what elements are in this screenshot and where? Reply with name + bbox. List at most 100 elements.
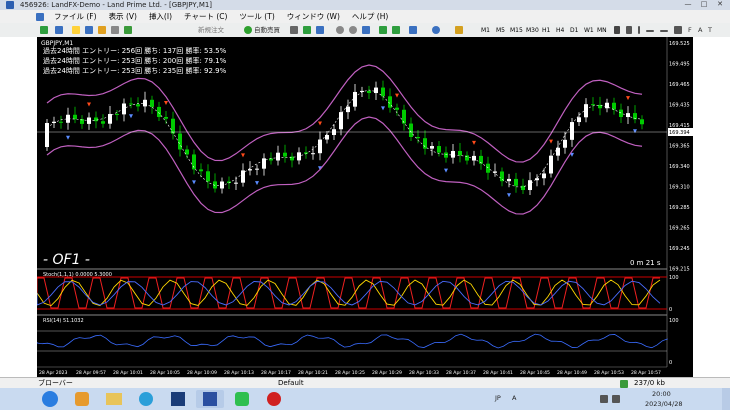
candle-body [563,139,567,148]
zoom-in-icon[interactable] [336,26,344,34]
taskbar-edge[interactable] [132,390,160,408]
menu-view[interactable]: 表示 (V) [103,10,143,23]
close-button[interactable]: ✕ [714,0,726,8]
line-chart-icon[interactable] [316,26,324,34]
stoch-label: Stoch(1,1,1) 0.0000 5.3000 [43,272,112,278]
buy-signal-arrow [255,181,259,186]
market-watch-icon[interactable] [72,26,80,34]
app-icon [6,1,14,9]
minimize-button[interactable]: — [682,0,694,8]
sell-signal-arrow [318,121,322,126]
channel-icon[interactable] [674,26,682,34]
candle-body [416,136,420,139]
candle-chart-icon[interactable] [303,26,311,34]
candle-body [150,99,154,107]
candle-body [353,91,357,107]
timeframe-h1[interactable]: H1 [539,25,553,36]
connection-icon [620,380,628,388]
record-icon [267,392,281,406]
autoscroll-icon[interactable] [379,26,387,34]
candle-body [339,112,343,130]
chart-shift-icon[interactable] [392,26,400,34]
timeframe-h4[interactable]: H4 [553,25,567,36]
taskbar-line[interactable] [228,390,256,408]
new-chart-icon[interactable] [40,26,48,34]
current-price-label: 169.394 [669,130,690,136]
auto-trading-button[interactable]: 自動売買 [254,25,280,35]
candle-body [591,104,595,106]
start-button[interactable] [36,390,64,408]
menu-insert[interactable]: 挿入(I) [143,10,178,23]
time-tick-label: 28 Apr 10:37 [446,370,476,376]
candle-body [108,113,112,124]
price-tick-label: 169.245 [669,246,690,252]
fibonacci-icon[interactable]: F [688,25,692,35]
terminal-icon[interactable] [111,26,119,34]
taskbar-media-player[interactable] [68,390,96,408]
countdown-timer: 0 m 21 s [630,259,661,267]
taskbar-chart-app[interactable] [164,390,192,408]
candle-body [241,170,245,183]
taskbar-mt4[interactable] [196,390,224,408]
price-chart[interactable]: 169.525169.495169.465169.435169.415169.3… [37,37,693,377]
price-tick-label: 169.525 [669,41,690,47]
indicator-layer: 100 0 100 0 [37,275,679,366]
watermark: - OF1 - [43,252,90,268]
price-tick-label: 169.340 [669,164,690,170]
navigator-icon[interactable] [98,26,106,34]
window-titlebar: 456926: LandFX-Demo - Land Prime Ltd. - … [0,0,730,10]
windows-icon [42,391,58,407]
candle-body [640,119,644,125]
language-indicator[interactable]: JP [495,393,501,404]
rsi-line [37,333,668,349]
data-window-icon[interactable] [85,26,93,34]
maximize-button[interactable]: □ [698,0,710,8]
price-tick-label: 169.465 [669,82,690,88]
zoom-out-icon[interactable] [349,26,357,34]
time-tick-label: 28 Apr 10:09 [187,370,217,376]
show-desktop-button[interactable] [722,388,730,410]
volume-icon[interactable] [612,395,620,403]
candle-body [486,163,490,173]
ime-indicator[interactable]: A [512,393,516,404]
time-tick-label: 28 Apr 10:41 [483,370,513,376]
taskbar-recorder[interactable] [260,390,288,408]
new-order-button[interactable]: 新規注文 [198,25,224,35]
vertical-line-icon[interactable] [638,26,640,34]
tile-windows-icon[interactable] [362,26,370,34]
clock-date[interactable]: 2023/04/28 [645,399,682,410]
timeframe-m5[interactable]: M5 [493,25,508,36]
sell-signal-arrow [87,102,91,107]
media-player-icon [75,392,89,406]
timeframe-mn[interactable]: MN [594,25,610,36]
chart-window[interactable]: 169.525 169.495 169.465 169.435 169.415 169.3… [37,37,693,377]
upper-band-line [46,64,643,163]
horizontal-line-icon[interactable] [646,30,654,32]
period-icon[interactable] [432,26,440,34]
menu-file[interactable]: ファイル (F) [48,10,103,23]
sell-signal-arrow [395,93,399,98]
cursor-icon[interactable] [614,26,620,34]
text-tool-icon[interactable]: A [698,25,702,35]
menu-help[interactable]: ヘルプ (H) [346,10,394,23]
menu-window[interactable]: ウィンドウ (W) [281,10,346,23]
menu-tools[interactable]: ツール (T) [233,10,280,23]
profiles-icon[interactable] [55,26,63,34]
templates-icon[interactable] [455,26,463,34]
bar-chart-icon[interactable] [290,26,298,34]
trendline-icon[interactable] [660,30,668,32]
candle-body [402,109,406,124]
timeframe-d1[interactable]: D1 [567,25,581,36]
timeframe-m1[interactable]: M1 [478,25,493,36]
strategy-tester-icon[interactable] [124,26,132,34]
sell-signal-arrow [626,96,630,101]
candle-body [451,150,455,158]
candle-body [59,121,63,123]
label-tool-icon[interactable]: T [708,25,712,35]
indicators-icon[interactable] [409,26,417,34]
right-panel [693,37,730,377]
network-icon[interactable] [600,395,608,403]
crosshair-icon[interactable] [626,26,632,34]
menu-chart[interactable]: チャート (C) [178,10,233,23]
taskbar-explorer[interactable] [100,390,128,408]
